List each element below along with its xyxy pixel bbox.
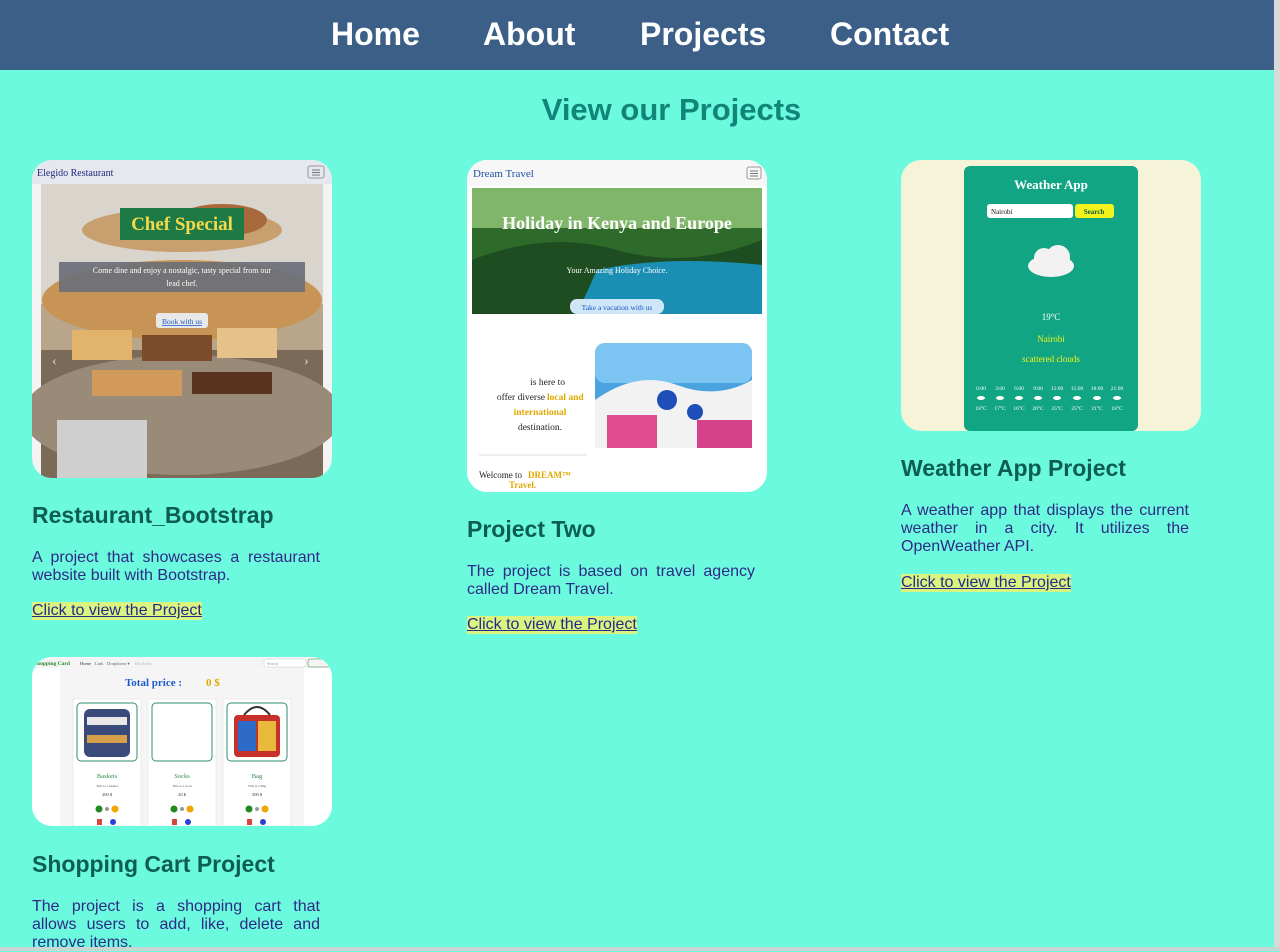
svg-text:Nairobi: Nairobi bbox=[1037, 334, 1065, 344]
svg-text:Nairobi: Nairobi bbox=[991, 208, 1012, 216]
svg-text:local and: local and bbox=[547, 393, 584, 403]
svg-text:Socks: Socks bbox=[174, 773, 190, 780]
svg-text:17°C: 17°C bbox=[994, 405, 1006, 412]
page-scrollbar[interactable] bbox=[1274, 0, 1280, 951]
svg-text:Your Amazing Holiday Choice.: Your Amazing Holiday Choice. bbox=[567, 266, 668, 275]
project-title: Weather App Project bbox=[901, 455, 1126, 481]
svg-text:25°C: 25°C bbox=[1051, 405, 1063, 412]
svg-text:200 $: 200 $ bbox=[102, 792, 113, 797]
view-project-link[interactable]: Click to view the Project bbox=[901, 574, 1071, 592]
nav-home-link[interactable]: Home bbox=[331, 14, 420, 54]
svg-text:500 $: 500 $ bbox=[252, 792, 263, 797]
svg-text:19°C: 19°C bbox=[1042, 312, 1061, 322]
svg-text:Search: Search bbox=[267, 661, 278, 666]
svg-text:Weather App: Weather App bbox=[1014, 177, 1088, 192]
svg-text:Dream Travel: Dream Travel bbox=[473, 168, 534, 180]
svg-text:6:00: 6:00 bbox=[1014, 386, 1024, 392]
project-title: Project Two bbox=[467, 516, 596, 542]
svg-text:3:00: 3:00 bbox=[995, 386, 1005, 392]
svg-text:18°C: 18°C bbox=[975, 405, 987, 412]
view-project-link[interactable]: Click to view the Project bbox=[32, 602, 202, 620]
svg-text:‹: ‹ bbox=[52, 354, 57, 369]
svg-text:Search: Search bbox=[1084, 208, 1105, 216]
svg-text:DREAM™: DREAM™ bbox=[528, 470, 571, 480]
svg-text:offer diverse: offer diverse bbox=[497, 392, 545, 403]
nav-contact-link[interactable]: Contact bbox=[830, 14, 949, 54]
svg-text:lead chef.: lead chef. bbox=[166, 279, 197, 288]
svg-text:Shopping Card: Shopping Card bbox=[34, 661, 70, 667]
svg-text:is here to: is here to bbox=[530, 378, 565, 388]
nav-about-link[interactable]: About bbox=[483, 14, 575, 54]
project-description: The project is a shopping cart that allo… bbox=[32, 898, 320, 951]
svg-text:16°C: 16°C bbox=[1013, 405, 1025, 412]
svg-text:18:00: 18:00 bbox=[1091, 386, 1104, 392]
svg-text:12:00: 12:00 bbox=[1051, 386, 1064, 392]
project-title: Shopping Cart Project bbox=[32, 851, 275, 877]
svg-text:This is a Bag: This is a Bag bbox=[248, 784, 267, 788]
view-project-link[interactable]: Click to view the Project bbox=[467, 616, 637, 634]
svg-text:Home: Home bbox=[80, 661, 91, 666]
svg-text:This is a sock: This is a sock bbox=[172, 784, 191, 788]
svg-text:9:00: 9:00 bbox=[1033, 386, 1043, 392]
svg-text:destination.: destination. bbox=[518, 423, 562, 433]
svg-text:Dropdown ▾: Dropdown ▾ bbox=[107, 661, 130, 666]
nav-projects-link[interactable]: Projects bbox=[640, 14, 766, 54]
svg-text:Disabled: Disabled bbox=[135, 661, 152, 666]
svg-text:Book with us: Book with us bbox=[162, 317, 202, 326]
svg-text:Link: Link bbox=[95, 661, 104, 666]
bottom-edge bbox=[0, 947, 1280, 951]
top-navbar: Home About Projects Contact bbox=[0, 0, 1280, 70]
svg-text:Take a vacation with us: Take a vacation with us bbox=[582, 303, 653, 312]
page-title: View our Projects bbox=[541, 92, 802, 127]
project-description: A project that showcases a restaurant we… bbox=[32, 549, 320, 584]
project-title: Restaurant_Bootstrap bbox=[32, 502, 274, 528]
shopping-cart-project-screenshot[interactable]: Shopping Card Home Link Dropdown ▾ Disab… bbox=[32, 657, 332, 826]
svg-text:15:00: 15:00 bbox=[1071, 386, 1084, 392]
svg-text:20 $: 20 $ bbox=[178, 792, 187, 797]
svg-text:21°C: 21°C bbox=[1091, 405, 1103, 412]
svg-text:Baskets: Baskets bbox=[97, 773, 118, 780]
svg-text:Welcome to: Welcome to bbox=[479, 470, 523, 480]
svg-text:Total price :: Total price : bbox=[125, 677, 182, 689]
svg-text:0:00: 0:00 bbox=[976, 386, 986, 392]
svg-text:Come dine and enjoy a nostalgi: Come dine and enjoy a nostalgic, tasty s… bbox=[93, 266, 272, 275]
thumb-headline: Chef Special bbox=[131, 214, 233, 235]
project-description: The project is based on travel agency ca… bbox=[467, 563, 755, 598]
restaurant-project-screenshot[interactable]: Elegido Restaurant Chef Special Come din… bbox=[32, 160, 332, 478]
weather-project-screenshot[interactable]: Weather App Nairobi Search 19°C Nairobi … bbox=[901, 160, 1201, 431]
svg-text:0 $: 0 $ bbox=[206, 677, 220, 689]
svg-text:18°C: 18°C bbox=[1111, 405, 1123, 412]
svg-text:international: international bbox=[514, 408, 567, 418]
svg-text:20°C: 20°C bbox=[1032, 405, 1044, 412]
travel-project-screenshot[interactable]: Dream Travel Holiday in Kenya and Europe… bbox=[467, 160, 767, 492]
svg-text:21:00: 21:00 bbox=[1111, 386, 1124, 392]
svg-text:25°C: 25°C bbox=[1071, 405, 1083, 412]
thumb-brand: Elegido Restaurant bbox=[37, 168, 114, 179]
svg-text:scattered clouds: scattered clouds bbox=[1022, 354, 1080, 364]
svg-text:›: › bbox=[304, 354, 309, 369]
project-description: A weather app that displays the current … bbox=[901, 502, 1189, 555]
svg-text:Holiday in Kenya and Europe: Holiday in Kenya and Europe bbox=[502, 213, 732, 233]
svg-text:This is a basket: This is a basket bbox=[96, 784, 118, 788]
svg-text:Travel.: Travel. bbox=[509, 480, 536, 490]
svg-text:Bag: Bag bbox=[252, 773, 263, 780]
